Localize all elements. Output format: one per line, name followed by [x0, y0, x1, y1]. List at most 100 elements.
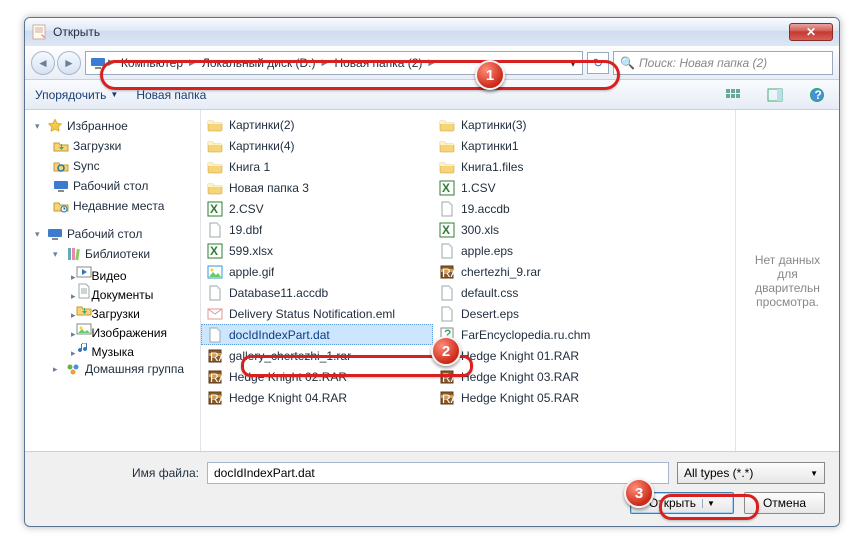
- file-item[interactable]: default.css: [433, 282, 665, 303]
- svg-text:RAR: RAR: [210, 371, 223, 385]
- svg-text:RAR: RAR: [442, 371, 455, 385]
- nav-downloads-lib[interactable]: ▸Загрузки: [27, 302, 198, 321]
- window-title: Открыть: [53, 25, 100, 39]
- file-name: apple.eps: [461, 244, 513, 258]
- chevron-down-icon: ▼: [110, 90, 118, 99]
- nav-homegroup[interactable]: ▸Домашняя группа: [27, 359, 198, 379]
- file-item[interactable]: Картинки(3): [433, 114, 665, 135]
- nav-videos[interactable]: ▸Видео: [27, 264, 198, 283]
- forward-button[interactable]: ►: [57, 51, 81, 75]
- collapse-icon: ▾: [35, 229, 43, 240]
- search-input[interactable]: 🔍 Поиск: Новая папка (2): [613, 51, 833, 75]
- file-item[interactable]: 19.accdb: [433, 198, 665, 219]
- file-name: chertezhi_9.rar: [461, 265, 541, 279]
- file-item[interactable]: 19.dbf: [201, 219, 433, 240]
- file-item[interactable]: Database11.accdb: [201, 282, 433, 303]
- file-name: 300.xls: [461, 223, 499, 237]
- help-button[interactable]: ?: [805, 84, 829, 106]
- file-name: Hedge Knight 04.RAR: [229, 391, 347, 405]
- file-item[interactable]: Новая папка 3: [201, 177, 433, 198]
- crumb-folder[interactable]: Новая папка (2): [330, 56, 426, 70]
- file-name: 19.accdb: [461, 202, 510, 216]
- folder-icon: [207, 180, 223, 196]
- file-name: gallery_chertezhi_1.rar: [229, 349, 351, 363]
- nav-pictures[interactable]: ▸Изображения: [27, 321, 198, 340]
- file-item[interactable]: Картинки(2): [201, 114, 433, 135]
- file-item[interactable]: Книга 1: [201, 156, 433, 177]
- file-item[interactable]: RARHedge Knight 03.RAR: [433, 366, 665, 387]
- view-mode-button[interactable]: [721, 84, 745, 106]
- xls-icon: X: [439, 180, 455, 196]
- back-icon: ◄: [37, 56, 49, 70]
- file-item[interactable]: ?FarEncyclopedia.ru.chm: [433, 324, 665, 345]
- preview-pane: Нет данных для дварительн просмотра.: [735, 110, 839, 451]
- close-icon: ✕: [806, 25, 816, 39]
- crumb-computer[interactable]: Компьютер: [117, 56, 187, 70]
- rar-icon: RAR: [439, 348, 455, 364]
- file-item[interactable]: RARHedge Knight 01.RAR: [433, 345, 665, 366]
- downloads-icon: [53, 138, 69, 154]
- open-button[interactable]: Открыть ▼: [630, 492, 734, 514]
- svg-text:RAR: RAR: [210, 350, 223, 364]
- folder-icon: [439, 138, 455, 154]
- organize-menu[interactable]: Упорядочить ▼: [35, 88, 118, 102]
- svg-text:X: X: [442, 223, 450, 237]
- file-item[interactable]: Книга1.files: [433, 156, 665, 177]
- file-item[interactable]: RAR gallery_chertezhi_1.rar: [201, 345, 433, 366]
- chevron-down-icon: ▼: [810, 469, 818, 478]
- app-icon: [31, 24, 47, 40]
- file-item[interactable]: X1.CSV: [433, 177, 665, 198]
- file-item[interactable]: RARHedge Knight 05.RAR: [433, 387, 665, 408]
- file-name: 2.CSV: [229, 202, 264, 216]
- new-folder-button[interactable]: Новая папка: [136, 88, 206, 102]
- filetype-combo[interactable]: All types (*.*) ▼: [677, 462, 825, 484]
- file-name: Картинки(2): [229, 118, 295, 132]
- file-name: Картинки1: [461, 139, 519, 153]
- nav-libraries[interactable]: ▾ Библиотеки: [27, 244, 198, 264]
- file-name: Desert.eps: [461, 307, 519, 321]
- nav-recent[interactable]: Недавние места: [27, 196, 198, 216]
- address-dropdown[interactable]: ▾: [568, 56, 578, 70]
- refresh-button[interactable]: ↻: [587, 52, 609, 74]
- file-item[interactable]: RARchertezhi_9.rar: [433, 261, 665, 282]
- file-item[interactable]: X599.xlsx: [201, 240, 433, 261]
- file-item[interactable]: docIdIndexPart.dat: [201, 324, 433, 345]
- file-item[interactable]: Картинки1: [433, 135, 665, 156]
- desktop-icon: [53, 178, 69, 194]
- back-button[interactable]: ◄: [31, 51, 55, 75]
- breadcrumb[interactable]: ▶ Компьютер ▶ Локальный диск (D:) ▶ Нова…: [85, 51, 583, 75]
- close-button[interactable]: ✕: [789, 23, 833, 41]
- nav-downloads[interactable]: Загрузки: [27, 136, 198, 156]
- collapse-icon: ▾: [35, 121, 43, 132]
- file-name: 19.dbf: [229, 223, 262, 237]
- file-item[interactable]: Desert.eps: [433, 303, 665, 324]
- nav-sync[interactable]: Sync: [27, 156, 198, 176]
- preview-pane-button[interactable]: [763, 84, 787, 106]
- crumb-drive[interactable]: Локальный диск (D:): [198, 56, 320, 70]
- filename-input[interactable]: [207, 462, 669, 484]
- file-list[interactable]: Картинки(2) Картинки(4) Книга 1Новая папка…: [201, 110, 735, 451]
- file-item[interactable]: Картинки(4): [201, 135, 433, 156]
- file-name: Картинки(4): [229, 139, 295, 153]
- chevron-right-icon: ▶: [428, 57, 435, 68]
- file-name: Delivery Status Notification.eml: [229, 307, 395, 321]
- nav-music[interactable]: ▸Музыка: [27, 340, 198, 359]
- file-name: Hedge Knight 02.RAR: [229, 370, 347, 384]
- file-item[interactable]: RAR Hedge Knight 02.RAR: [201, 366, 433, 387]
- file-item[interactable]: apple.gif: [201, 261, 433, 282]
- nav-desktop-fav[interactable]: Рабочий стол: [27, 176, 198, 196]
- file-item[interactable]: X 300.xls: [433, 219, 665, 240]
- svg-text:X: X: [442, 181, 450, 195]
- file-item[interactable]: RAR Hedge Knight 04.RAR: [201, 387, 433, 408]
- nav-documents[interactable]: ▸Документы: [27, 283, 198, 302]
- file-item[interactable]: X2.CSV: [201, 198, 433, 219]
- file-name: FarEncyclopedia.ru.chm: [461, 328, 590, 342]
- nav-desktop[interactable]: ▾ Рабочий стол: [27, 224, 198, 244]
- nav-favorites[interactable]: ▾ Избранное: [27, 116, 198, 136]
- cancel-button[interactable]: Отмена: [744, 492, 825, 514]
- documents-icon: [76, 283, 92, 299]
- chevron-right-icon: ▶: [322, 57, 329, 68]
- file-item[interactable]: apple.eps: [433, 240, 665, 261]
- svg-text:RAR: RAR: [210, 392, 223, 406]
- file-item[interactable]: Delivery Status Notification.eml: [201, 303, 433, 324]
